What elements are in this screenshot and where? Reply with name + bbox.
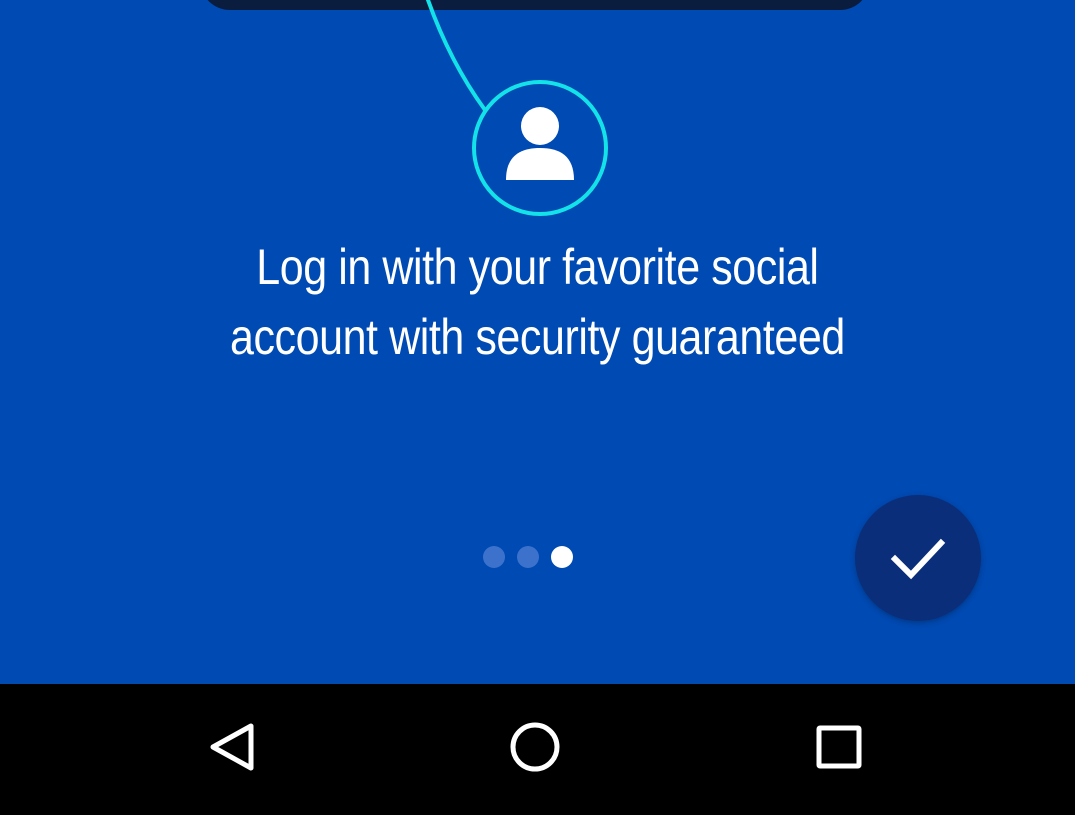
done-button[interactable] (855, 495, 981, 621)
back-button[interactable] (173, 684, 293, 810)
headline-line-1: Log in with your favorite social (256, 239, 819, 295)
phone-illustration-bottom (200, 0, 870, 10)
back-triangle-icon (210, 723, 254, 771)
page-dot-3[interactable] (551, 546, 573, 568)
page-dot-1[interactable] (483, 546, 505, 568)
system-navigation-bar (0, 684, 1075, 810)
recents-square-icon (816, 725, 862, 769)
headline-line-2: account with security guaranteed (229, 309, 845, 365)
avatar-ring (472, 80, 608, 216)
page-dot-2[interactable] (517, 546, 539, 568)
onboarding-screen: Log in with your favorite social account… (0, 0, 1075, 684)
checkmark-icon (890, 538, 946, 580)
page-indicator (483, 546, 573, 568)
onboarding-headline: Log in with your favorite social account… (75, 232, 1000, 372)
home-button[interactable] (475, 684, 595, 810)
recents-button[interactable] (779, 684, 899, 810)
home-circle-icon (510, 722, 560, 772)
user-icon (506, 107, 574, 180)
